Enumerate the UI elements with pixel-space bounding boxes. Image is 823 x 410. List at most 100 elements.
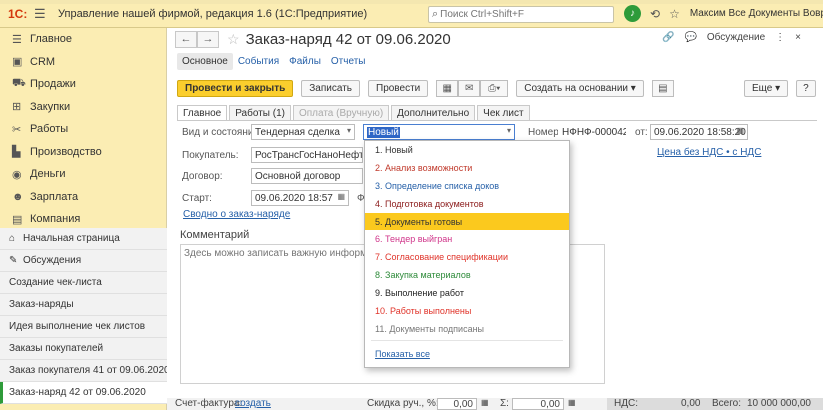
- sidebar-item-label: CRM: [30, 55, 56, 68]
- factory-icon: ▙: [12, 146, 21, 159]
- page-title: Заказ-наряд 42 от 09.06.2020: [245, 30, 451, 48]
- tab-checklist[interactable]: Чек лист: [477, 105, 530, 120]
- forward-button[interactable]: →: [197, 30, 219, 48]
- sidebar-item-label: Главное: [30, 33, 73, 46]
- number-field[interactable]: НФНФ-000042: [558, 124, 627, 140]
- date-field[interactable]: 09.06.2020 18:58:20 ▦: [650, 124, 748, 140]
- post-button[interactable]: Провести: [368, 80, 429, 97]
- state-option[interactable]: 3. Определение списка доков: [365, 177, 569, 195]
- from-label: от:: [635, 127, 648, 138]
- calendar-icon[interactable]: ▦: [337, 192, 345, 201]
- discount-select-icon[interactable]: ▦: [481, 398, 489, 407]
- sidebar-item-label: Закупки: [30, 100, 71, 113]
- kebab-menu-icon[interactable]: ⋮: [775, 32, 785, 43]
- structure-icon[interactable]: ▦: [436, 80, 459, 97]
- post-and-close-button[interactable]: Провести и закрыть: [177, 80, 294, 97]
- open-window-item[interactable]: Заказ-наряд 42 от 09.06.2020: [0, 382, 167, 404]
- open-window-item[interactable]: ⌂ Начальная страница: [0, 228, 167, 250]
- open-window-item[interactable]: Идея выполнение чек листов: [0, 316, 167, 338]
- start-label: Старт:: [182, 193, 212, 204]
- people-icon: ☻: [12, 190, 24, 203]
- close-icon[interactable]: ×: [795, 32, 801, 43]
- total-label: Всего:: [712, 398, 741, 409]
- state-option[interactable]: 2. Анализ возможности: [365, 159, 569, 177]
- create-based-on-button[interactable]: Создать на основании ▾: [516, 80, 644, 97]
- price-vat-link[interactable]: Цена без НДС • с НДС: [657, 147, 761, 158]
- sum-field[interactable]: 0,00: [512, 398, 564, 410]
- star-icon[interactable]: ☆: [669, 7, 680, 21]
- chat-icon: ✎: [9, 255, 18, 266]
- sidebar-item[interactable]: ▙ Производство: [0, 141, 166, 164]
- tab-main[interactable]: Главное: [177, 105, 228, 120]
- mail-icon[interactable]: ✉: [458, 80, 481, 97]
- state-option[interactable]: 6. Тендер выйгран: [365, 230, 569, 248]
- open-window-label: Идея выполнение чек листов: [9, 321, 146, 332]
- show-all-link[interactable]: Показать все: [375, 349, 430, 359]
- sidebar-item[interactable]: ⊞ Закупки: [0, 96, 166, 119]
- tab-payment[interactable]: Оплата (Вручную): [292, 105, 390, 120]
- search-input[interactable]: [440, 9, 601, 20]
- buyer-field[interactable]: РосТрансГосНаноНефть: [251, 147, 363, 163]
- state-option[interactable]: 10. Работы выполнены: [365, 302, 569, 320]
- sidebar-item[interactable]: ◉ Деньги: [0, 163, 166, 186]
- state-option[interactable]: 4. Подготовка документов: [365, 195, 569, 213]
- company-icon: ▤: [12, 213, 23, 226]
- hamburger-icon[interactable]: ☰: [34, 6, 52, 22]
- state-option[interactable]: 11. Документы подписаны: [365, 320, 569, 338]
- home-icon: ⌂: [9, 233, 16, 244]
- tab-additional[interactable]: Дополнительно: [391, 105, 476, 120]
- save-button[interactable]: Записать: [301, 80, 360, 97]
- sidebar-item-label: Производство: [30, 145, 102, 158]
- open-window-item[interactable]: Заказ-наряды: [0, 294, 167, 316]
- help-button[interactable]: ?: [796, 80, 816, 97]
- more-button[interactable]: Еще ▾: [744, 80, 789, 97]
- crm-icon: ▣: [12, 56, 23, 69]
- state-option[interactable]: 5. Документы готовы: [365, 212, 569, 231]
- calendar-icon[interactable]: ▦: [736, 126, 744, 135]
- open-window-item[interactable]: ✎ Обсуждения: [0, 250, 167, 272]
- invoice-create-link[interactable]: создать: [235, 398, 271, 409]
- sidebar-item[interactable]: ▣ CRM: [0, 51, 166, 74]
- state-option[interactable]: 1. Новый: [365, 141, 569, 159]
- sidebar-item[interactable]: ☻ Зарплата: [0, 186, 166, 209]
- sidebar-item[interactable]: ⛟ Продажи: [0, 73, 166, 96]
- history-icon[interactable]: ⟲: [650, 7, 660, 21]
- open-window-item[interactable]: Заказ покупателя 41 от 09.06.2020: [0, 360, 170, 382]
- open-window-item[interactable]: Создание чек-листа: [0, 272, 167, 294]
- discount-field[interactable]: 0,00: [437, 398, 477, 410]
- notification-bell-icon[interactable]: ♪: [624, 5, 641, 22]
- contract-field[interactable]: Основной договор: [251, 168, 363, 184]
- subtab-files[interactable]: Файлы: [284, 53, 326, 70]
- state-option[interactable]: 9. Выполнение работ: [365, 284, 569, 302]
- totals-footer: Счет-фактура: создать Скидка руч., %: 0,…: [167, 398, 823, 410]
- tab-works[interactable]: Работы (1): [229, 105, 291, 120]
- search-box[interactable]: ⌕: [428, 6, 614, 23]
- discussion-icon[interactable]: 💬: [684, 32, 696, 43]
- number-value: НФНФ-000042: [562, 126, 627, 138]
- discussion-button[interactable]: Обсуждение: [707, 32, 765, 43]
- state-value: Новый: [367, 126, 400, 138]
- user-name[interactable]: Максим Все Документы Вовремя: [690, 8, 823, 19]
- sidebar-item[interactable]: ☰ Главное: [0, 28, 166, 51]
- contract-label: Договор:: [182, 171, 223, 182]
- state-option[interactable]: 8. Закупка материалов: [365, 266, 569, 284]
- state-select[interactable]: Новый ▾: [363, 124, 515, 140]
- sidebar-item-label: Продажи: [30, 78, 76, 91]
- favorite-star-icon[interactable]: ☆: [227, 31, 240, 48]
- link-icon[interactable]: 🔗: [662, 32, 674, 43]
- summary-link[interactable]: Сводно о заказ-наряде: [183, 209, 290, 220]
- kind-select[interactable]: Тендерная сделка ▾: [251, 124, 355, 140]
- titlebar-right: ♪ ⟲ ☆ Максим Все Документы Вовремя ≡: [624, 5, 823, 22]
- state-option[interactable]: 7. Согласование спецификации: [365, 248, 569, 266]
- report-icon[interactable]: ▤: [651, 80, 674, 97]
- subtab-events[interactable]: События: [233, 53, 284, 70]
- start-field[interactable]: 09.06.2020 18:57 ▦: [251, 190, 349, 206]
- print-icon[interactable]: ⎙▾: [480, 80, 509, 97]
- subtab-main[interactable]: Основное: [177, 53, 233, 70]
- subtab-reports[interactable]: Отчеты: [326, 53, 371, 70]
- open-window-item[interactable]: Заказы покупателей: [0, 338, 167, 360]
- doc-header: ← → ☆ Заказ-наряд 42 от 09.06.2020: [175, 30, 451, 48]
- sidebar-item[interactable]: ✂ Работы: [0, 118, 166, 141]
- sum-select-icon[interactable]: ▦: [568, 398, 576, 407]
- back-button[interactable]: ←: [175, 30, 197, 48]
